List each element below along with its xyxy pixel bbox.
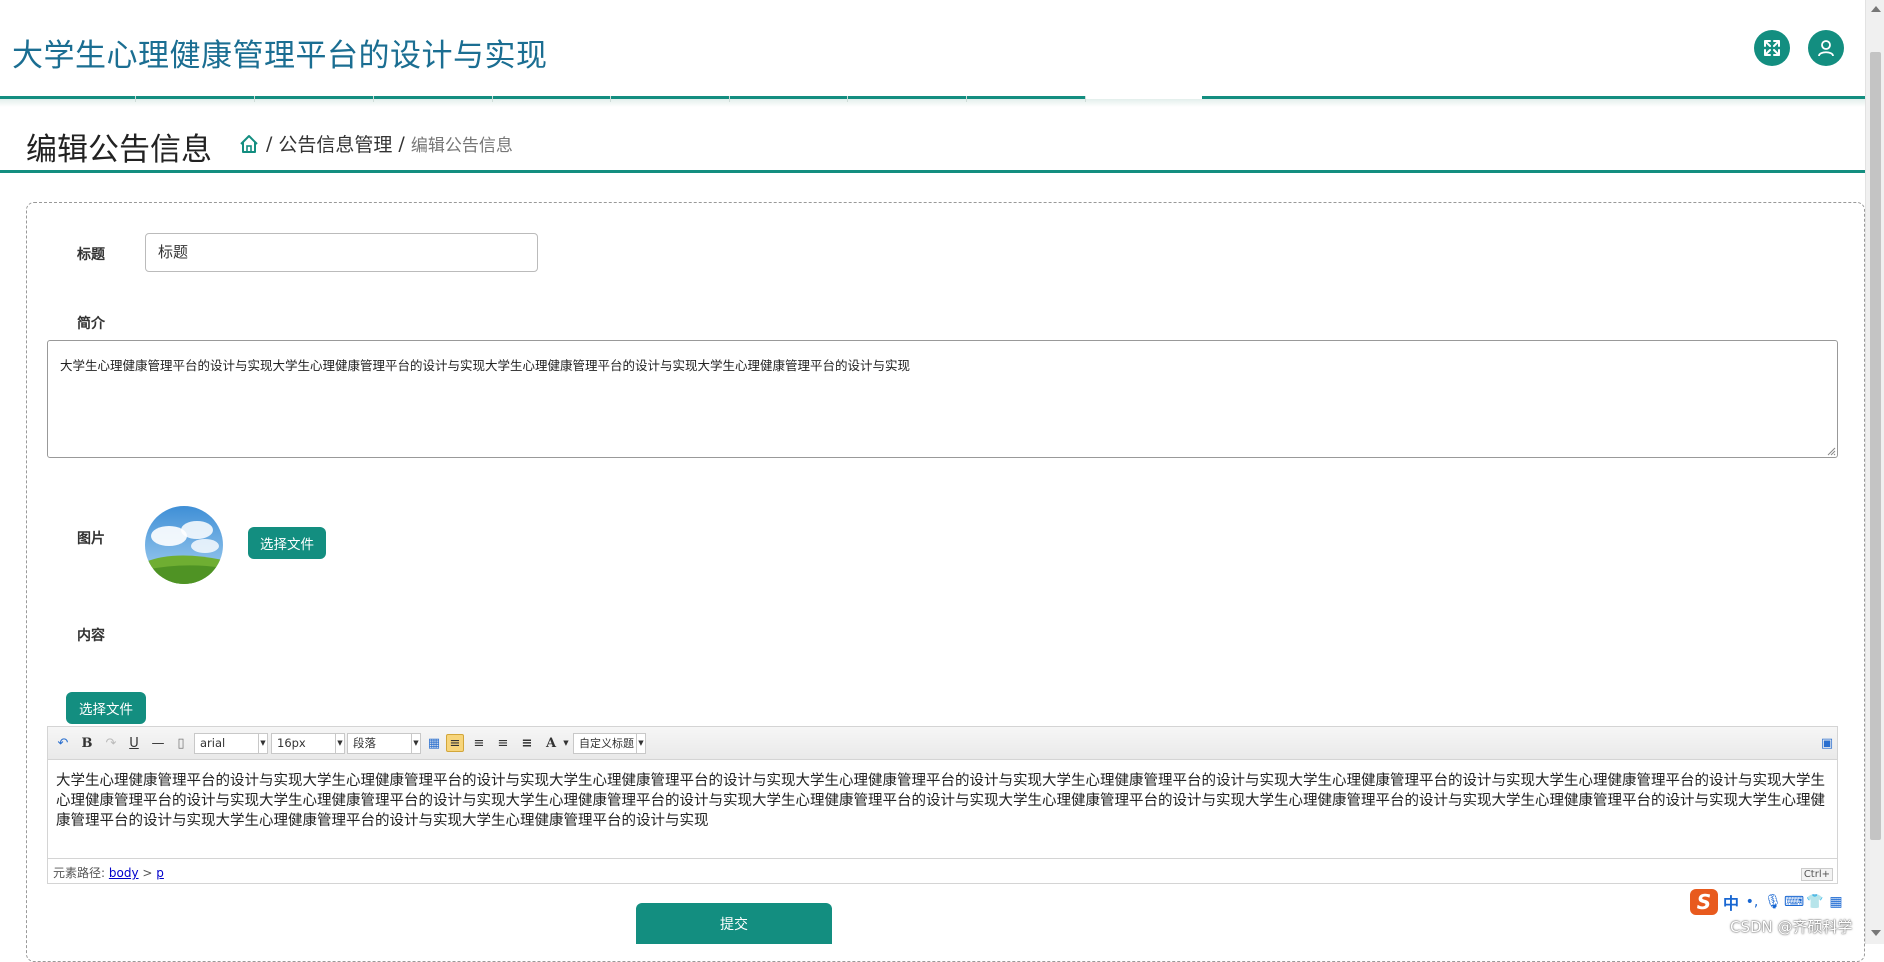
title-input[interactable]: 标题 [145, 233, 538, 272]
intro-text: 大学生心理健康管理平台的设计与实现大学生心理健康管理平台的设计与实现大学生心理健… [60, 358, 911, 373]
page-title: 编辑公告信息 [26, 132, 212, 168]
path-gt: > [142, 866, 153, 880]
watermark: CSDN @齐硕科学 [1730, 918, 1853, 936]
chevron-down-icon: ▼ [258, 734, 267, 753]
nav-separator [966, 96, 967, 102]
image-preview [145, 506, 223, 584]
redo-icon[interactable]: ↷ [102, 734, 120, 752]
chevron-down-icon: ▼ [335, 734, 344, 753]
element-path-bar: 元素路径: body > p [48, 858, 1837, 883]
user-button[interactable] [1808, 30, 1844, 66]
font-size-value: 16px [277, 736, 306, 750]
image-choose-file-button[interactable]: 选择文件 [248, 527, 326, 559]
breadcrumb-current: 编辑公告信息 [410, 136, 513, 156]
path-p-link[interactable]: p [156, 866, 164, 880]
app-title: 大学生心理健康管理平台的设计与实现 [12, 38, 548, 74]
intro-textarea[interactable]: 大学生心理健康管理平台的设计与实现大学生心理健康管理平台的设计与实现大学生心理健… [47, 340, 1838, 458]
nav-bar [0, 96, 1865, 110]
app-header: 大学生心理健康管理平台的设计与实现 [0, 0, 1865, 98]
ime-toolbar: S 中 •, 🎙 ⌨ 👕 ▦ [1690, 888, 1844, 916]
fullscreen-editor-icon[interactable]: ▣ [1818, 734, 1836, 752]
nav-separator [729, 96, 730, 102]
breadcrumb-separator: / [266, 132, 273, 155]
custom-title-select[interactable]: 自定义标题 ▼ [573, 733, 646, 754]
breadcrumb-separator: / [398, 132, 405, 155]
editor-toolbar: ↶ B ↷ U — ▯ arial ▼ 16px ▼ 段落 ▼ ▦ ≡ ≡ ≡ … [48, 727, 1837, 760]
align-left-icon[interactable]: ≡ [446, 734, 464, 752]
nav-separator [1085, 96, 1086, 102]
element-path-label: 元素路径: [53, 866, 106, 880]
nav-separator [135, 96, 136, 102]
page-scrollbar[interactable] [1865, 0, 1884, 944]
chevron-down-icon: ▼ [411, 734, 420, 753]
landscape-image [145, 506, 223, 584]
grid-icon[interactable]: ▦ [1828, 894, 1844, 910]
nav-separator [847, 96, 848, 102]
nav-underline-active [1202, 96, 1865, 99]
nav-shadow [0, 99, 1865, 107]
microphone-icon[interactable]: 🎙 [1764, 894, 1782, 910]
nav-separator [610, 96, 611, 102]
paragraph-select[interactable]: 段落 ▼ [347, 733, 421, 754]
path-body-link[interactable]: body [109, 866, 139, 880]
font-size-select[interactable]: 16px ▼ [271, 733, 345, 754]
keyboard-icon[interactable]: ⌨ [1784, 894, 1804, 910]
paste-indicator: Ctrl+ [1800, 868, 1833, 881]
nav-separator [373, 96, 374, 102]
align-justify-icon[interactable]: ≡ [518, 734, 536, 752]
ime-punct[interactable]: •, [1744, 894, 1760, 910]
scroll-down-icon[interactable] [1871, 930, 1881, 936]
chevron-down-icon: ▼ [636, 734, 645, 753]
underline-icon[interactable]: U [125, 734, 143, 752]
intro-label: 简介 [77, 316, 105, 332]
table-icon[interactable]: ▦ [425, 734, 443, 752]
editor-text: 大学生心理健康管理平台的设计与实现大学生心理健康管理平台的设计与实现大学生心理健… [56, 773, 1825, 829]
scroll-up-icon[interactable] [1871, 6, 1881, 12]
nav-separator [254, 96, 255, 102]
expand-icon [1764, 40, 1780, 56]
font-family-value: arial [200, 736, 226, 750]
align-right-icon[interactable]: ≡ [470, 734, 488, 752]
submit-button[interactable]: 提交 [636, 903, 832, 944]
content-label: 内容 [77, 628, 105, 644]
breadcrumb-parent[interactable]: 公告信息管理 [278, 130, 392, 157]
rich-text-editor: ↶ B ↷ U — ▯ arial ▼ 16px ▼ 段落 ▼ ▦ ≡ ≡ ≡ … [47, 726, 1838, 884]
page-title-bar: 编辑公告信息 / 公告信息管理 / 编辑公告信息 [0, 118, 1865, 173]
home-icon[interactable] [238, 133, 260, 155]
nav-underline [0, 96, 1085, 99]
user-icon [1818, 40, 1834, 57]
fullscreen-button[interactable] [1754, 30, 1790, 66]
bold-icon[interactable]: B [78, 734, 96, 752]
scroll-thumb[interactable] [1870, 52, 1881, 840]
image-label: 图片 [77, 531, 105, 547]
undo-icon[interactable]: ↶ [54, 734, 72, 752]
horizontal-rule-icon[interactable]: — [149, 734, 167, 752]
breadcrumb: / 公告信息管理 / 编辑公告信息 [238, 130, 513, 157]
nav-separator [492, 96, 493, 102]
skin-icon[interactable]: 👕 [1806, 894, 1823, 910]
custom-title-value: 自定义标题 [579, 737, 634, 750]
align-center-icon[interactable]: ≡ [494, 734, 512, 752]
font-family-select[interactable]: arial ▼ [194, 733, 268, 754]
paragraph-value: 段落 [353, 736, 376, 750]
ime-lang[interactable]: 中 [1723, 890, 1739, 914]
sogou-logo-icon[interactable]: S [1690, 889, 1718, 915]
content-choose-file-button[interactable]: 选择文件 [66, 692, 146, 724]
editor-content[interactable]: 大学生心理健康管理平台的设计与实现大学生心理健康管理平台的设计与实现大学生心理健… [48, 761, 1837, 855]
page-icon[interactable]: ▯ [172, 734, 190, 752]
resize-grip-icon[interactable] [1826, 446, 1836, 456]
title-label: 标题 [77, 247, 105, 263]
